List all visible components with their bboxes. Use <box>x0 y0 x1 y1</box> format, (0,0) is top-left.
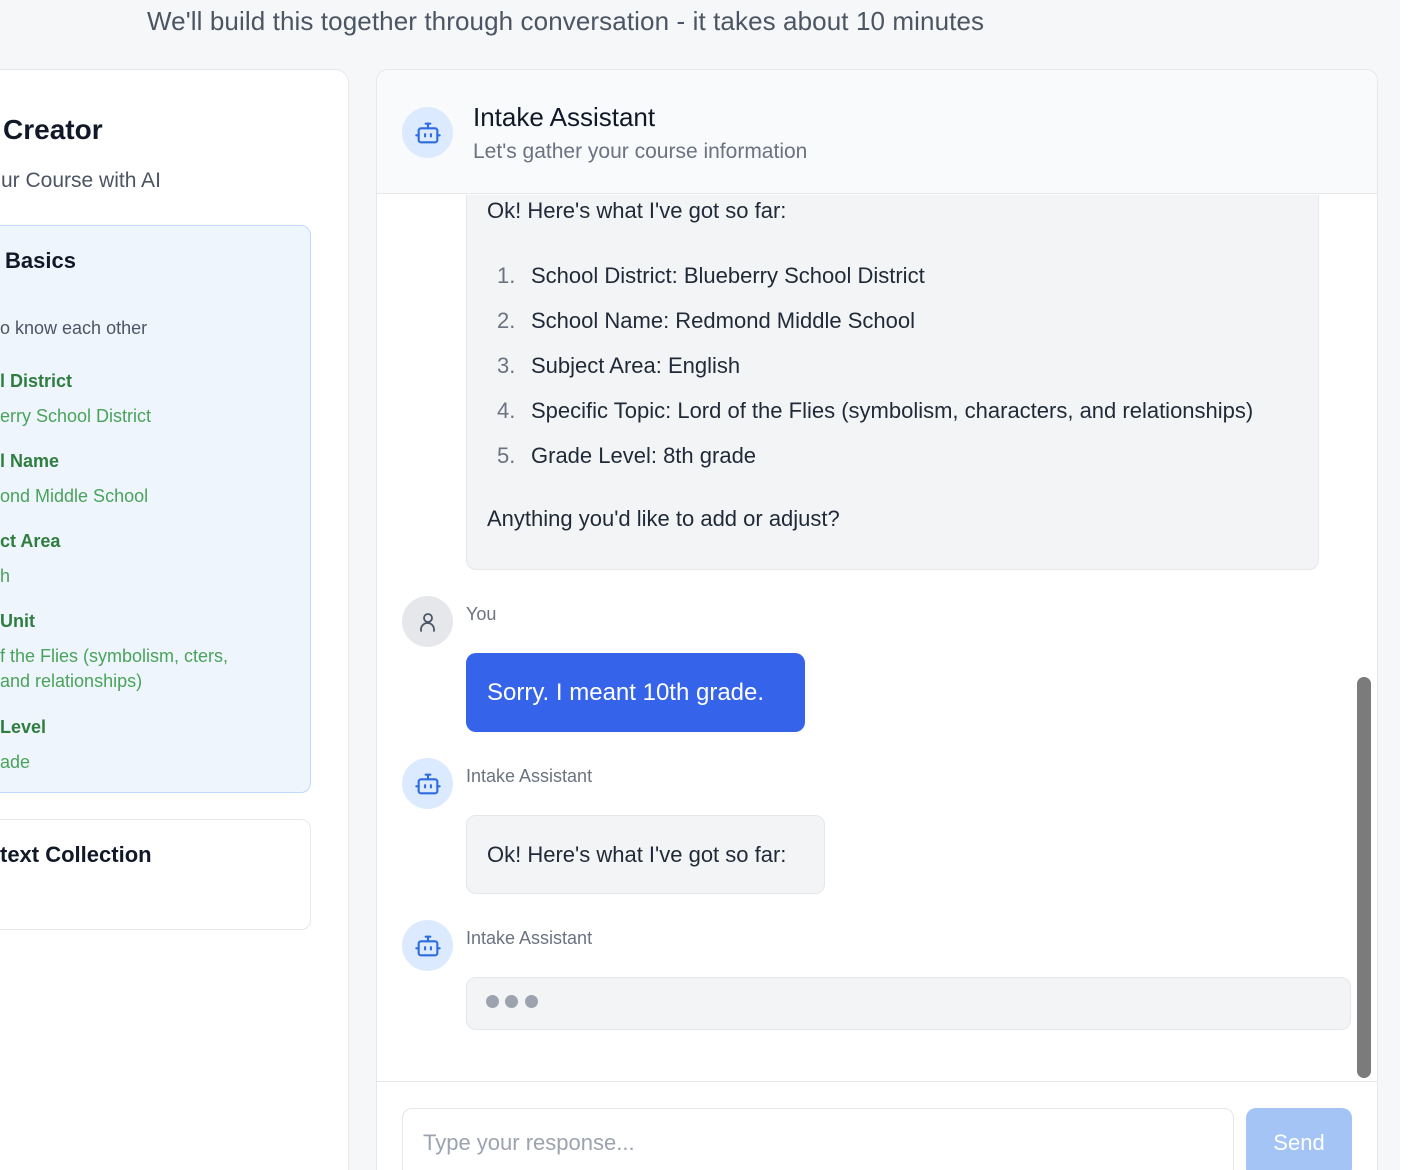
list-text: Specific Topic: Lord of the Flies (symbo… <box>531 398 1254 423</box>
field-label: Level <box>0 717 47 737</box>
typing-dot <box>525 995 538 1008</box>
user-icon <box>419 612 435 632</box>
composer: Send <box>377 1081 1377 1170</box>
response-input[interactable] <box>402 1108 1234 1170</box>
list-number: 5. <box>497 443 516 468</box>
assistant-summary-bubble: Ok! Here's what I've got so far: 1. Schoo… <box>466 195 1319 570</box>
basics-section-description: o know each other <box>0 318 148 338</box>
message-sender: Intake Assistant <box>466 766 593 786</box>
field-label: Unit <box>0 611 35 631</box>
context-section-title: text Collection <box>0 842 152 867</box>
assistant-avatar <box>402 758 453 809</box>
summary-outro: Anything you'd like to add or adjust? <box>487 506 840 531</box>
field-value: f the Flies (symbolism, cters, and relat… <box>0 646 229 691</box>
field-value: h <box>0 566 11 586</box>
user-avatar <box>402 596 453 647</box>
field-value: erry School District <box>0 406 152 426</box>
send-button[interactable]: Send <box>1246 1108 1352 1170</box>
message-sender: Intake Assistant <box>466 928 593 948</box>
typing-indicator <box>466 977 1351 1030</box>
summary-intro: Ok! Here's what I've got so far: <box>487 198 787 223</box>
sidebar-subtitle: ur Course with AI <box>1 169 161 192</box>
field-label: l Name <box>0 451 60 471</box>
page-subtitle: We'll build this together through conver… <box>147 6 985 36</box>
robot-icon <box>414 773 441 794</box>
context-collection-card[interactable]: text Collection <box>0 819 311 930</box>
field-label: l District <box>0 371 73 391</box>
chat-header-subtitle: Let's gather your course information <box>473 140 808 163</box>
sidebar-title: Creator <box>3 114 103 145</box>
basics-section-title: Basics <box>5 248 76 273</box>
field-value: ond Middle School <box>0 486 149 506</box>
typing-dot <box>486 995 499 1008</box>
list-number: 3. <box>497 353 516 378</box>
window-edge <box>1400 0 1416 1170</box>
list-number: 2. <box>497 308 516 333</box>
list-number: 4. <box>497 398 516 423</box>
typing-dot <box>505 995 518 1008</box>
basics-section-card[interactable]: Basics o know each other l District erry… <box>0 225 311 793</box>
list-text: Grade Level: 8th grade <box>531 443 757 468</box>
chat-header-title: Intake Assistant <box>473 102 656 132</box>
chat-header: Intake Assistant Let's gather your cours… <box>377 70 1377 194</box>
message-sender: You <box>466 604 497 624</box>
assistant-message-bubble: Ok! Here's what I've got so far: <box>466 815 825 894</box>
field-value: ade <box>0 752 31 772</box>
page: We'll build this together through conver… <box>0 0 1416 1170</box>
assistant-avatar <box>402 107 453 158</box>
list-number: 1. <box>497 263 516 288</box>
message-scrollbar[interactable] <box>1357 677 1371 1078</box>
assistant-avatar <box>402 920 453 971</box>
progress-sidebar: Creator ur Course with AI Basics o know … <box>0 69 349 1170</box>
user-message-bubble: Sorry. I meant 10th grade. <box>466 653 805 732</box>
list-text: School District: Blueberry School Distri… <box>531 263 925 288</box>
message-list[interactable]: Ok! Here's what I've got so far: 1. Schoo… <box>377 195 1377 1081</box>
field-label: ct Area <box>0 531 61 551</box>
list-text: Subject Area: English <box>531 353 741 378</box>
robot-icon <box>414 122 441 143</box>
list-text: School Name: Redmond Middle School <box>531 308 915 333</box>
robot-icon <box>414 935 441 956</box>
chat-panel: Intake Assistant Let's gather your cours… <box>376 69 1378 1170</box>
